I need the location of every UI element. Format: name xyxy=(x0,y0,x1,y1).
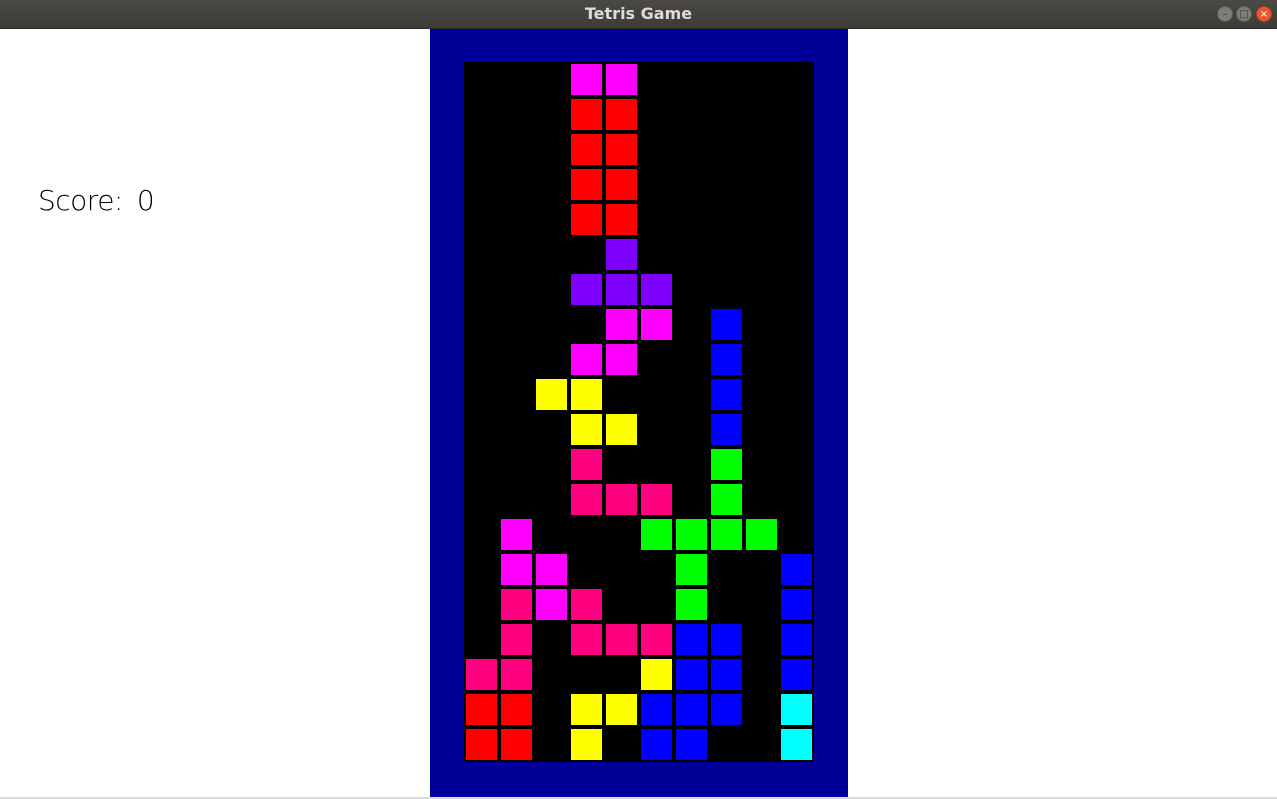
block-cell xyxy=(536,379,567,410)
block-cell xyxy=(606,624,637,655)
block-cell xyxy=(571,379,602,410)
window-title: Tetris Game xyxy=(584,4,693,23)
maximize-icon[interactable]: □ xyxy=(1236,6,1252,22)
block-cell xyxy=(606,274,637,305)
block-cell xyxy=(641,274,672,305)
block-cell xyxy=(641,519,672,550)
block-cell xyxy=(571,134,602,165)
block-cell xyxy=(641,694,672,725)
game-canvas[interactable]: Score: 0 xyxy=(0,29,1277,797)
playfield-grid xyxy=(464,62,814,762)
block-cell xyxy=(501,519,532,550)
block-cell xyxy=(711,414,742,445)
block-cell xyxy=(571,449,602,480)
block-cell xyxy=(466,659,497,690)
block-cell xyxy=(676,589,707,620)
block-cell xyxy=(571,204,602,235)
block-cell xyxy=(746,519,777,550)
close-icon[interactable]: × xyxy=(1256,6,1272,22)
title-bar[interactable]: Tetris Game – □ × xyxy=(0,0,1277,29)
block-cell xyxy=(641,729,672,760)
score-value: 0 xyxy=(136,184,155,217)
block-cell xyxy=(466,694,497,725)
block-cell xyxy=(571,694,602,725)
block-cell xyxy=(606,99,637,130)
block-cell xyxy=(606,309,637,340)
block-cell xyxy=(641,624,672,655)
block-cell xyxy=(606,414,637,445)
block-cell xyxy=(536,554,567,585)
block-cell xyxy=(781,554,812,585)
app-window: Tetris Game – □ × Score: 0 xyxy=(0,0,1277,799)
block-cell xyxy=(711,484,742,515)
block-cell xyxy=(571,274,602,305)
block-cell xyxy=(571,64,602,95)
block-cell xyxy=(781,659,812,690)
block-cell xyxy=(606,344,637,375)
block-cell xyxy=(606,134,637,165)
block-cell xyxy=(711,519,742,550)
block-cell xyxy=(641,484,672,515)
block-cell xyxy=(606,239,637,270)
block-cell xyxy=(781,694,812,725)
block-cell xyxy=(571,729,602,760)
block-cell xyxy=(781,624,812,655)
block-cell xyxy=(571,344,602,375)
block-cell xyxy=(501,554,532,585)
block-cell xyxy=(606,484,637,515)
block-cell xyxy=(606,204,637,235)
block-cell xyxy=(571,589,602,620)
block-cell xyxy=(571,484,602,515)
block-cell xyxy=(641,309,672,340)
block-cell xyxy=(711,694,742,725)
block-cell xyxy=(676,554,707,585)
block-cell xyxy=(711,379,742,410)
block-cell xyxy=(676,694,707,725)
block-cell xyxy=(711,659,742,690)
minimize-icon[interactable]: – xyxy=(1217,6,1233,22)
block-cell xyxy=(641,659,672,690)
block-cell xyxy=(501,624,532,655)
block-cell xyxy=(711,344,742,375)
block-cell xyxy=(606,694,637,725)
block-cell xyxy=(501,659,532,690)
block-cell xyxy=(606,169,637,200)
block-cell xyxy=(571,414,602,445)
playfield-frame xyxy=(430,29,848,797)
block-cell xyxy=(781,589,812,620)
block-cell xyxy=(501,694,532,725)
block-cell xyxy=(711,309,742,340)
block-cell xyxy=(676,624,707,655)
block-cell xyxy=(571,169,602,200)
block-cell xyxy=(676,519,707,550)
block-cell xyxy=(571,624,602,655)
block-cell xyxy=(466,729,497,760)
block-cell xyxy=(676,659,707,690)
block-cell xyxy=(711,449,742,480)
block-cell xyxy=(676,729,707,760)
block-cell xyxy=(501,729,532,760)
block-cell xyxy=(606,64,637,95)
block-cell xyxy=(501,589,532,620)
block-cell xyxy=(781,729,812,760)
score-display: Score: 0 xyxy=(38,184,155,217)
block-cell xyxy=(711,624,742,655)
block-cell xyxy=(536,589,567,620)
score-label: Score: xyxy=(38,184,123,217)
block-cell xyxy=(571,99,602,130)
